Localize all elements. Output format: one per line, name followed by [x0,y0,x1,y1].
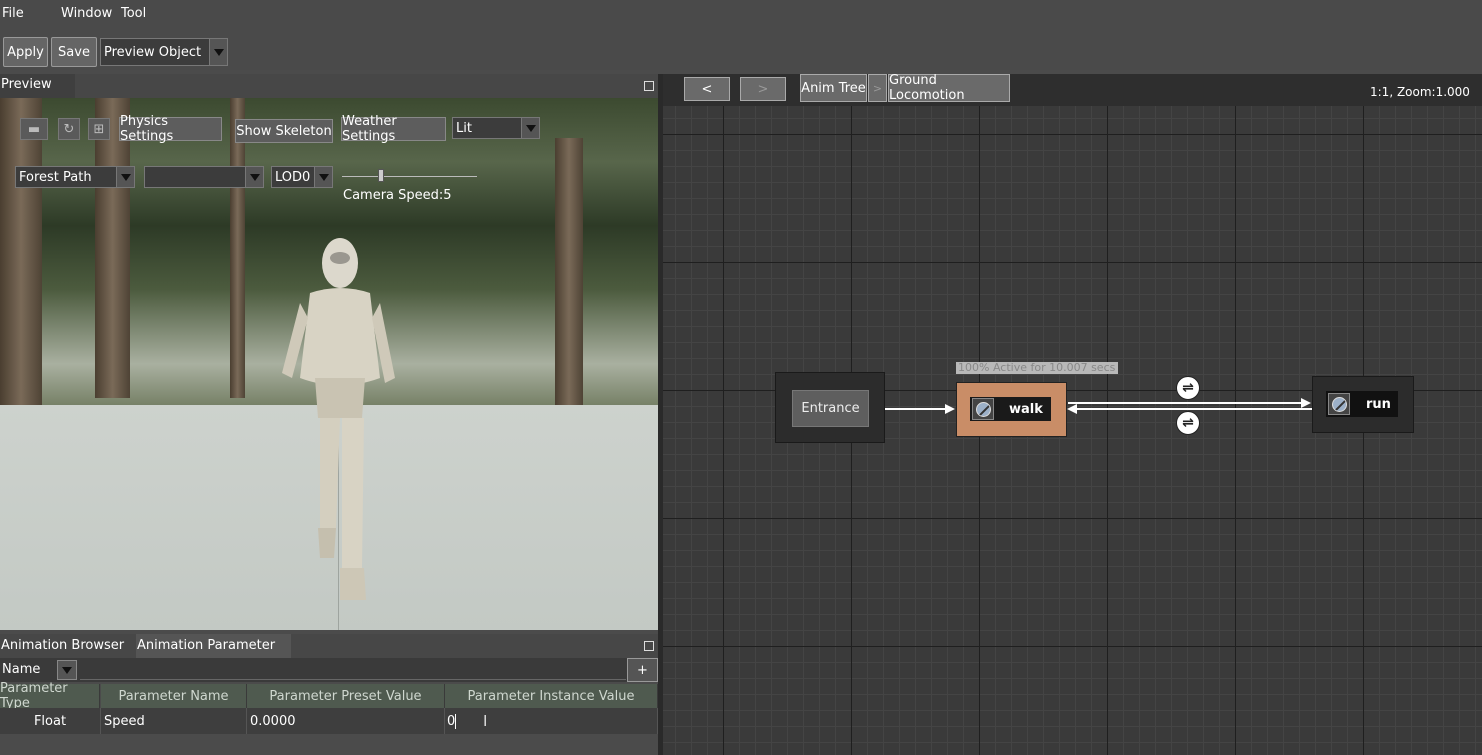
tree-trunk [230,98,245,398]
tree-trunk [555,138,583,408]
arrow-head-icon [945,404,955,414]
instance-value-text: 0 [447,713,457,729]
column-header[interactable]: Parameter Name [101,684,247,708]
chevron-down-icon [209,39,227,65]
chevron-down-icon [521,118,539,138]
camera-speed-slider-handle[interactable] [378,169,384,182]
camera-speed-label: Camera Speed:5 [343,188,452,203]
column-header[interactable]: Parameter Instance Value [445,684,658,708]
cell-instance-value-input[interactable]: 0 [445,708,658,734]
tab-animation-browser[interactable]: Animation Browser [0,634,135,658]
lighting-mode-label: Lit [456,120,472,136]
tab-preview[interactable]: Preview [0,74,75,98]
tab-animation-parameter[interactable]: Animation Parameter [136,634,291,658]
column-header[interactable]: Parameter Type [0,681,100,711]
menu-bar: File Window Tool [0,0,1482,30]
transition-icon[interactable]: ⇌ [1176,376,1200,400]
arrow-head-icon [1067,404,1077,414]
lighting-mode-dropdown[interactable]: Lit [452,117,540,139]
tree-trunk [0,98,42,408]
grid-icon[interactable]: ⊞ [88,118,110,140]
name-label: Name [2,662,41,677]
menu-window[interactable]: Window [61,6,112,21]
show-skeleton-button[interactable]: Show Skeleton [235,119,333,143]
cell-parameter-type[interactable]: Float [0,708,101,734]
camera-speed-slider[interactable] [342,176,477,177]
lod-label: LOD0 [275,169,311,185]
transition-icon[interactable]: ⇌ [1176,411,1200,435]
character-model [282,238,395,600]
table-empty-area [0,734,660,755]
lod-dropdown[interactable]: LOD0 [271,166,333,188]
view-menu-icon[interactable]: ▬ [20,118,48,140]
dock-icon[interactable] [644,81,654,91]
chevron-down-icon [62,666,72,674]
arrow-head-icon [1301,398,1311,408]
animation-dropdown[interactable] [144,166,264,188]
chevron-down-icon [116,167,134,187]
chevron-down-icon [314,167,332,187]
text-cursor-icon: I [483,712,488,730]
environment-dropdown[interactable]: Forest Path [15,166,135,188]
transition-arrows [885,398,1312,414]
menu-file[interactable]: File [2,6,24,21]
preview-panel-header [0,74,660,98]
cell-preset-value[interactable]: 0.0000 [247,708,445,734]
refresh-icon[interactable]: ↻ [58,118,80,140]
name-filter-input[interactable] [80,660,626,680]
name-dropdown[interactable] [57,660,77,680]
save-button[interactable]: Save [51,37,97,67]
preview-viewport[interactable]: ▬ ↻ ⊞ Physics Settings Show Skeleton Wea… [0,98,658,630]
apply-button[interactable]: Apply [3,37,48,67]
column-header[interactable]: Parameter Preset Value [247,684,445,708]
preview-object-label: Preview Object [104,44,202,60]
physics-settings-button[interactable]: Physics Settings [119,114,222,144]
cell-parameter-name[interactable]: Speed [101,708,247,734]
dock-icon[interactable] [644,641,654,651]
chevron-down-icon [245,167,263,187]
weather-settings-button[interactable]: Weather Settings [341,114,446,144]
menu-tool[interactable]: Tool [121,6,146,21]
preview-object-dropdown[interactable]: Preview Object [100,38,228,66]
environment-label: Forest Path [19,169,92,185]
add-parameter-button[interactable]: + [627,658,658,682]
